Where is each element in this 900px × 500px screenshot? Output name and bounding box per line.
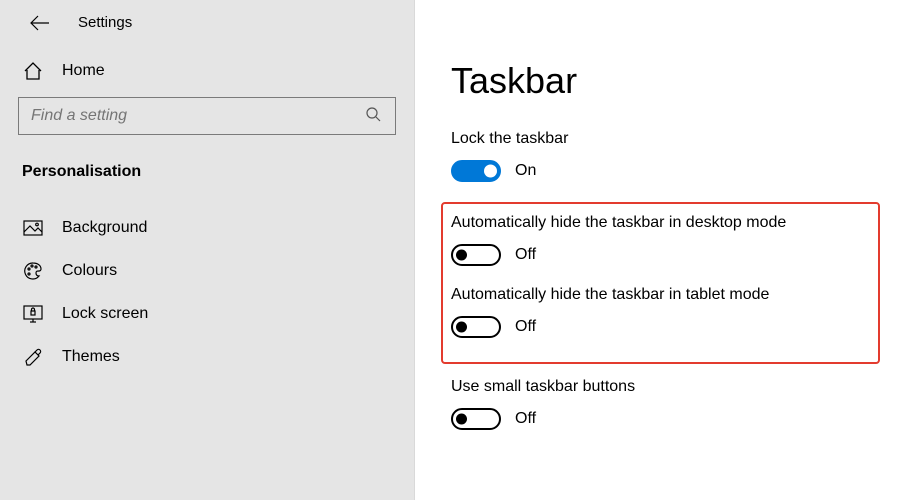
option-autohide-tablet: Automatically hide the taskbar in tablet… (451, 286, 870, 338)
search-input[interactable] (19, 107, 365, 125)
nav-home-label: Home (62, 62, 105, 80)
toggle-state: On (515, 162, 536, 180)
toggle-state: Off (515, 410, 536, 428)
sidebar-item-label: Themes (62, 348, 120, 366)
background-icon (22, 220, 44, 236)
category-heading: Personalisation (0, 149, 414, 193)
option-label: Automatically hide the taskbar in deskto… (451, 214, 870, 232)
lock-screen-icon (22, 305, 44, 323)
toggle-state: Off (515, 246, 536, 264)
content-pane: Taskbar Lock the taskbar On Automaticall… (415, 0, 900, 500)
page-title: Taskbar (451, 60, 900, 102)
window-title: Settings (78, 14, 132, 31)
option-label: Automatically hide the taskbar in tablet… (451, 286, 870, 304)
sidebar-item-background[interactable]: Background (0, 207, 414, 249)
option-lock-taskbar: Lock the taskbar On (451, 130, 900, 182)
option-label: Use small taskbar buttons (451, 378, 900, 396)
highlight-box: Automatically hide the taskbar in deskto… (441, 202, 880, 364)
search-icon (365, 106, 395, 126)
option-label: Lock the taskbar (451, 130, 900, 148)
sidebar-item-lockscreen[interactable]: Lock screen (0, 293, 414, 335)
toggle-small-buttons[interactable] (451, 408, 501, 430)
settings-sidebar: Settings Home Personalisation (0, 0, 415, 500)
home-icon (22, 61, 44, 81)
themes-icon (22, 347, 44, 367)
toggle-autohide-tablet[interactable] (451, 316, 501, 338)
sidebar-item-label: Lock screen (62, 305, 148, 323)
sidebar-item-label: Background (62, 219, 147, 237)
nav-home[interactable]: Home (0, 49, 414, 93)
search-input-wrap[interactable] (18, 97, 396, 135)
option-small-buttons: Use small taskbar buttons Off (451, 378, 900, 430)
colours-icon (22, 261, 44, 281)
sidebar-item-label: Colours (62, 262, 117, 280)
back-arrow-icon[interactable] (30, 15, 50, 31)
option-autohide-desktop: Automatically hide the taskbar in deskto… (451, 214, 870, 266)
sidebar-item-colours[interactable]: Colours (0, 249, 414, 293)
toggle-state: Off (515, 318, 536, 336)
toggle-autohide-desktop[interactable] (451, 244, 501, 266)
toggle-lock-taskbar[interactable] (451, 160, 501, 182)
sidebar-item-themes[interactable]: Themes (0, 335, 414, 379)
